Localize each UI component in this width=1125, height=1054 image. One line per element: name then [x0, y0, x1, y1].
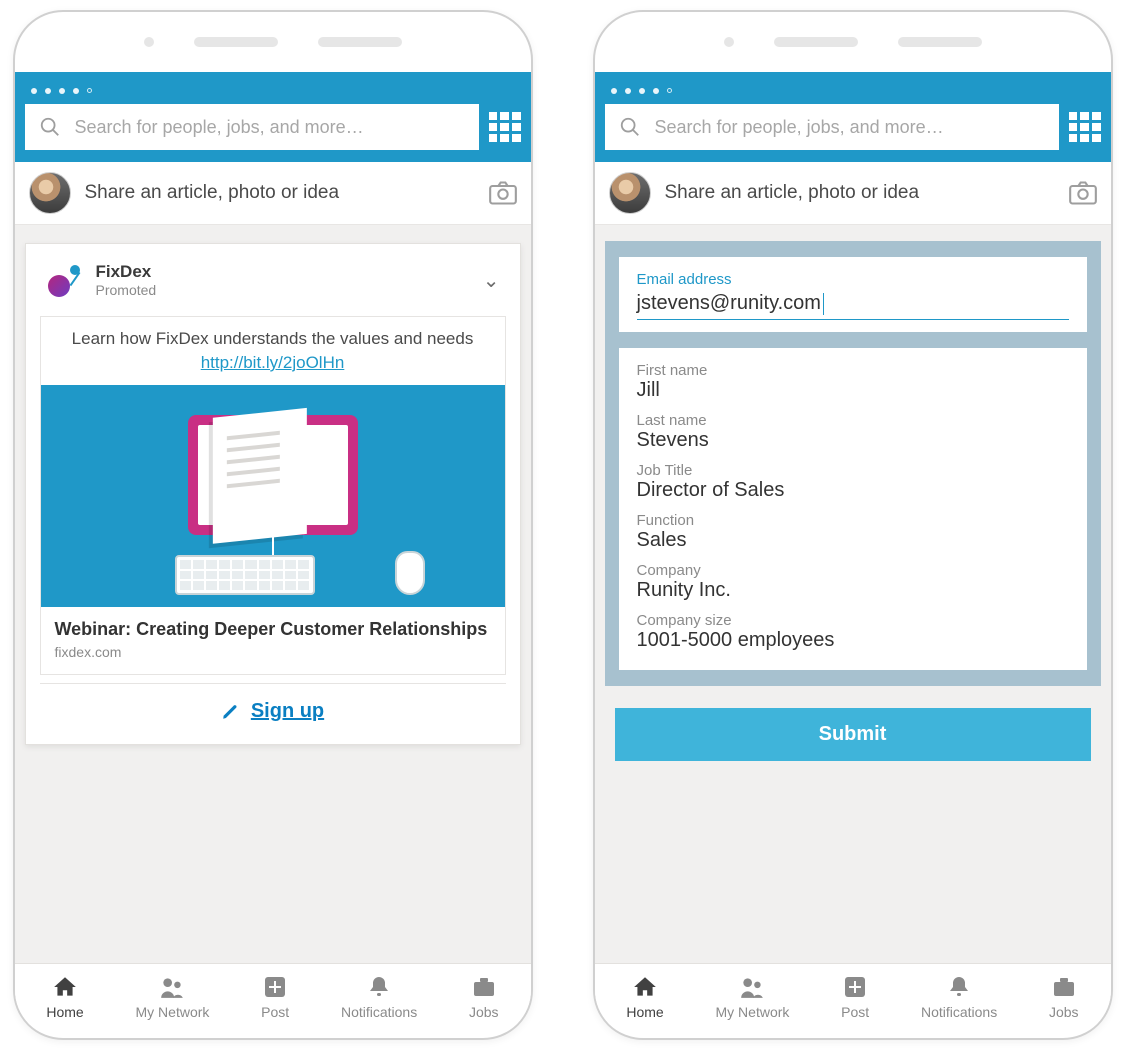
nav-label: My Network [136, 1004, 210, 1020]
chevron-down-icon[interactable]: ⌄ [483, 268, 500, 293]
details-box: First nameJill Last nameStevens Job Titl… [619, 348, 1087, 670]
home-icon [631, 974, 659, 1000]
people-icon [738, 974, 766, 1000]
promoted-card: FixDex Promoted ⌄ Learn how FixDex under… [25, 243, 521, 745]
field-value: Sales [637, 529, 1069, 552]
email-field-box[interactable]: Email address jstevens@runity.com [619, 257, 1087, 332]
home-icon [51, 974, 79, 1000]
share-prompt: Share an article, photo or idea [85, 182, 475, 204]
field-value: 1001-5000 employees [637, 629, 1069, 652]
field-value: Stevens [637, 429, 1069, 452]
nav-post[interactable]: Post [841, 974, 869, 1020]
bottom-nav: Home My Network Post Notifications Jobs [595, 963, 1111, 1032]
share-bar[interactable]: Share an article, photo or idea [15, 162, 531, 225]
field-label: Last name [637, 412, 1069, 429]
nav-notifications[interactable]: Notifications [921, 974, 997, 1020]
apps-grid-icon[interactable] [1069, 112, 1101, 142]
field-value: Jill [637, 379, 1069, 402]
window-dots [605, 84, 1101, 104]
nav-notifications[interactable]: Notifications [341, 974, 417, 1020]
screen-left: Share an article, photo or idea FixDex P… [15, 72, 531, 1032]
top-bar [595, 72, 1111, 162]
phone-notch [595, 12, 1111, 72]
signup-button[interactable]: Sign up [221, 700, 324, 723]
plus-square-icon [261, 974, 289, 1000]
search-input[interactable] [655, 117, 1045, 138]
nav-label: Jobs [1049, 1004, 1079, 1020]
field-value: Runity Inc. [637, 579, 1069, 602]
nav-label: Home [626, 1004, 663, 1020]
promoted-label: Promoted [96, 282, 469, 298]
pencil-icon [221, 703, 239, 721]
nav-label: Jobs [469, 1004, 499, 1020]
nav-label: Notifications [921, 1004, 997, 1020]
share-bar[interactable]: Share an article, photo or idea [595, 162, 1111, 225]
signup-label: Sign up [251, 700, 324, 723]
text-cursor [823, 293, 825, 315]
bell-icon [945, 974, 973, 1000]
bell-icon [365, 974, 393, 1000]
camera-icon[interactable] [489, 181, 517, 205]
top-bar [15, 72, 531, 162]
card-domain: fixdex.com [55, 644, 491, 660]
card-hero-image [41, 385, 505, 607]
nav-label: Post [261, 1004, 289, 1020]
bottom-nav: Home My Network Post Notifications Jobs [15, 963, 531, 1032]
phone-notch [15, 12, 531, 72]
share-prompt: Share an article, photo or idea [665, 182, 1055, 204]
email-label: Email address [637, 271, 1069, 288]
nav-home[interactable]: Home [626, 974, 663, 1020]
screen-right: Share an article, photo or idea Email ad… [595, 72, 1111, 1032]
field-value: Director of Sales [637, 479, 1069, 502]
nav-jobs[interactable]: Jobs [1049, 974, 1079, 1020]
card-title: Webinar: Creating Deeper Customer Relati… [55, 619, 491, 640]
company-logo [48, 263, 82, 297]
people-icon [158, 974, 186, 1000]
avatar[interactable] [609, 172, 651, 214]
nav-label: Home [46, 1004, 83, 1020]
card-teaser: Learn how FixDex understands the values … [72, 329, 474, 348]
search-icon [619, 116, 641, 138]
briefcase-icon [1050, 974, 1078, 1000]
nav-network[interactable]: My Network [136, 974, 210, 1020]
field-label: Job Title [637, 462, 1069, 479]
nav-label: Notifications [341, 1004, 417, 1020]
camera-icon[interactable] [1069, 181, 1097, 205]
nav-post[interactable]: Post [261, 974, 289, 1020]
plus-square-icon [841, 974, 869, 1000]
nav-home[interactable]: Home [46, 974, 83, 1020]
submit-button[interactable]: Submit [615, 708, 1091, 761]
lead-form: Email address jstevens@runity.com First … [605, 241, 1101, 686]
email-input[interactable]: jstevens@runity.com [637, 292, 1069, 320]
window-dots [25, 84, 521, 104]
nav-network[interactable]: My Network [716, 974, 790, 1020]
search-input[interactable] [75, 117, 465, 138]
briefcase-icon [470, 974, 498, 1000]
field-label: Company size [637, 612, 1069, 629]
email-value: jstevens@runity.com [637, 292, 821, 315]
field-label: First name [637, 362, 1069, 379]
avatar[interactable] [29, 172, 71, 214]
field-label: Company [637, 562, 1069, 579]
search-icon [39, 116, 61, 138]
field-label: Function [637, 512, 1069, 529]
phone-mockup-right: Share an article, photo or idea Email ad… [593, 10, 1113, 1040]
search-box[interactable] [605, 104, 1059, 150]
search-box[interactable] [25, 104, 479, 150]
phone-mockup-left: Share an article, photo or idea FixDex P… [13, 10, 533, 1040]
company-name: FixDex [96, 262, 469, 282]
nav-label: My Network [716, 1004, 790, 1020]
nav-jobs[interactable]: Jobs [469, 974, 499, 1020]
card-link[interactable]: http://bit.ly/2joOlHn [55, 353, 491, 373]
nav-label: Post [841, 1004, 869, 1020]
apps-grid-icon[interactable] [489, 112, 521, 142]
